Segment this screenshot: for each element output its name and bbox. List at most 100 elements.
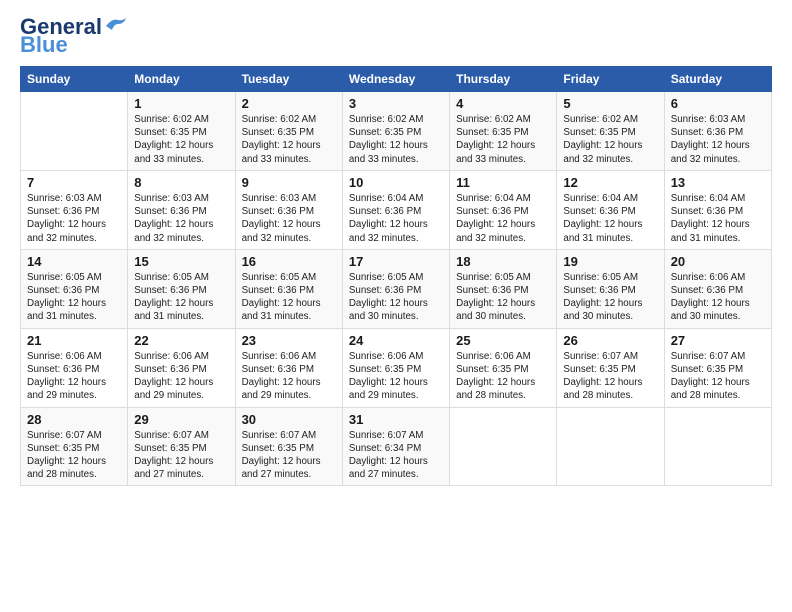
day-number: 8	[134, 175, 228, 190]
day-number: 31	[349, 412, 443, 427]
calendar-cell: 2 Sunrise: 6:02 AM Sunset: 6:35 PM Daylig…	[235, 92, 342, 171]
cell-text: Sunrise: 6:02 AM Sunset: 6:35 PM Dayligh…	[242, 113, 336, 166]
day-number: 18	[456, 254, 550, 269]
cell-text: Sunrise: 6:03 AM Sunset: 6:36 PM Dayligh…	[134, 192, 228, 245]
day-number: 13	[671, 175, 765, 190]
calendar-cell	[450, 407, 557, 486]
cell-text: Sunrise: 6:07 AM Sunset: 6:35 PM Dayligh…	[242, 429, 336, 482]
calendar-cell: 22 Sunrise: 6:06 AM Sunset: 6:36 PM Dayli…	[128, 328, 235, 407]
calendar-cell: 26 Sunrise: 6:07 AM Sunset: 6:35 PM Dayli…	[557, 328, 664, 407]
cell-text: Sunrise: 6:03 AM Sunset: 6:36 PM Dayligh…	[671, 113, 765, 166]
cell-text: Sunrise: 6:04 AM Sunset: 6:36 PM Dayligh…	[671, 192, 765, 245]
day-number: 15	[134, 254, 228, 269]
day-number: 16	[242, 254, 336, 269]
cell-text: Sunrise: 6:04 AM Sunset: 6:36 PM Dayligh…	[456, 192, 550, 245]
day-number: 5	[563, 96, 657, 111]
calendar-cell: 10 Sunrise: 6:04 AM Sunset: 6:36 PM Dayli…	[342, 170, 449, 249]
calendar-week-row: 1 Sunrise: 6:02 AM Sunset: 6:35 PM Daylig…	[21, 92, 772, 171]
day-number: 7	[27, 175, 121, 190]
cell-text: Sunrise: 6:03 AM Sunset: 6:36 PM Dayligh…	[242, 192, 336, 245]
cell-text: Sunrise: 6:04 AM Sunset: 6:36 PM Dayligh…	[563, 192, 657, 245]
calendar-cell: 5 Sunrise: 6:02 AM Sunset: 6:35 PM Daylig…	[557, 92, 664, 171]
calendar-cell: 30 Sunrise: 6:07 AM Sunset: 6:35 PM Dayli…	[235, 407, 342, 486]
cell-text: Sunrise: 6:06 AM Sunset: 6:36 PM Dayligh…	[242, 350, 336, 403]
calendar-cell: 14 Sunrise: 6:05 AM Sunset: 6:36 PM Dayli…	[21, 249, 128, 328]
calendar-cell: 17Sunrise: 6:05 AM Sunset: 6:36 PM Dayli…	[342, 249, 449, 328]
calendar-cell: 27 Sunrise: 6:07 AM Sunset: 6:35 PM Dayli…	[664, 328, 771, 407]
day-header-monday: Monday	[128, 67, 235, 92]
calendar-table: SundayMondayTuesdayWednesdayThursdayFrid…	[20, 66, 772, 486]
calendar-cell: 19Sunrise: 6:05 AM Sunset: 6:36 PM Dayli…	[557, 249, 664, 328]
day-number: 23	[242, 333, 336, 348]
day-number: 22	[134, 333, 228, 348]
day-number: 25	[456, 333, 550, 348]
cell-text: Sunrise: 6:07 AM Sunset: 6:35 PM Dayligh…	[134, 429, 228, 482]
day-number: 9	[242, 175, 336, 190]
day-number: 1	[134, 96, 228, 111]
calendar-week-row: 21Sunrise: 6:06 AM Sunset: 6:36 PM Dayli…	[21, 328, 772, 407]
day-number: 3	[349, 96, 443, 111]
calendar-cell: 6 Sunrise: 6:03 AM Sunset: 6:36 PM Daylig…	[664, 92, 771, 171]
day-number: 2	[242, 96, 336, 111]
calendar-cell: 23 Sunrise: 6:06 AM Sunset: 6:36 PM Dayli…	[235, 328, 342, 407]
day-number: 27	[671, 333, 765, 348]
day-number: 30	[242, 412, 336, 427]
cell-text: Sunrise: 6:06 AM Sunset: 6:36 PM Dayligh…	[134, 350, 228, 403]
cell-text: Sunrise: 6:02 AM Sunset: 6:35 PM Dayligh…	[134, 113, 228, 166]
cell-text: Sunrise: 6:04 AM Sunset: 6:36 PM Dayligh…	[349, 192, 443, 245]
calendar-cell: 16 Sunrise: 6:05 AM Sunset: 6:36 PM Dayli…	[235, 249, 342, 328]
cell-text: Sunrise: 6:05 AM Sunset: 6:36 PM Dayligh…	[27, 271, 121, 324]
cell-text: Sunrise: 6:06 AM Sunset: 6:36 PM Dayligh…	[27, 350, 121, 403]
calendar-cell: 11 Sunrise: 6:04 AM Sunset: 6:36 PM Dayli…	[450, 170, 557, 249]
calendar-cell: 18 Sunrise: 6:05 AM Sunset: 6:36 PM Dayli…	[450, 249, 557, 328]
calendar-cell: 13 Sunrise: 6:04 AM Sunset: 6:36 PM Dayli…	[664, 170, 771, 249]
page: General Blue SundayMondayTuesdayWednesda…	[0, 0, 792, 496]
calendar-cell: 12Sunrise: 6:04 AM Sunset: 6:36 PM Dayli…	[557, 170, 664, 249]
day-number: 17	[349, 254, 443, 269]
day-header-thursday: Thursday	[450, 67, 557, 92]
cell-text: Sunrise: 6:07 AM Sunset: 6:35 PM Dayligh…	[671, 350, 765, 403]
calendar-cell: 20 Sunrise: 6:06 AM Sunset: 6:36 PM Dayli…	[664, 249, 771, 328]
day-number: 11	[456, 175, 550, 190]
calendar-cell: 28Sunrise: 6:07 AM Sunset: 6:35 PM Dayli…	[21, 407, 128, 486]
logo: General Blue	[20, 16, 126, 56]
logo-bird-icon	[104, 16, 126, 34]
calendar-week-row: 28Sunrise: 6:07 AM Sunset: 6:35 PM Dayli…	[21, 407, 772, 486]
cell-text: Sunrise: 6:05 AM Sunset: 6:36 PM Dayligh…	[563, 271, 657, 324]
day-number: 14	[27, 254, 121, 269]
cell-text: Sunrise: 6:05 AM Sunset: 6:36 PM Dayligh…	[456, 271, 550, 324]
calendar-cell: 21Sunrise: 6:06 AM Sunset: 6:36 PM Dayli…	[21, 328, 128, 407]
calendar-cell: 4Sunrise: 6:02 AM Sunset: 6:35 PM Daylig…	[450, 92, 557, 171]
cell-text: Sunrise: 6:02 AM Sunset: 6:35 PM Dayligh…	[563, 113, 657, 166]
calendar-cell: 1 Sunrise: 6:02 AM Sunset: 6:35 PM Daylig…	[128, 92, 235, 171]
day-header-wednesday: Wednesday	[342, 67, 449, 92]
cell-text: Sunrise: 6:05 AM Sunset: 6:36 PM Dayligh…	[242, 271, 336, 324]
calendar-header-row: SundayMondayTuesdayWednesdayThursdayFrid…	[21, 67, 772, 92]
calendar-cell: 24Sunrise: 6:06 AM Sunset: 6:35 PM Dayli…	[342, 328, 449, 407]
calendar-cell: 29 Sunrise: 6:07 AM Sunset: 6:35 PM Dayli…	[128, 407, 235, 486]
cell-text: Sunrise: 6:06 AM Sunset: 6:35 PM Dayligh…	[349, 350, 443, 403]
day-header-saturday: Saturday	[664, 67, 771, 92]
calendar-cell	[21, 92, 128, 171]
cell-text: Sunrise: 6:07 AM Sunset: 6:35 PM Dayligh…	[563, 350, 657, 403]
cell-text: Sunrise: 6:06 AM Sunset: 6:36 PM Dayligh…	[671, 271, 765, 324]
cell-text: Sunrise: 6:02 AM Sunset: 6:35 PM Dayligh…	[349, 113, 443, 166]
calendar-cell: 25 Sunrise: 6:06 AM Sunset: 6:35 PM Dayli…	[450, 328, 557, 407]
calendar-cell: 31Sunrise: 6:07 AM Sunset: 6:34 PM Dayli…	[342, 407, 449, 486]
cell-text: Sunrise: 6:06 AM Sunset: 6:35 PM Dayligh…	[456, 350, 550, 403]
calendar-cell: 15Sunrise: 6:05 AM Sunset: 6:36 PM Dayli…	[128, 249, 235, 328]
calendar-cell: 8 Sunrise: 6:03 AM Sunset: 6:36 PM Daylig…	[128, 170, 235, 249]
day-header-sunday: Sunday	[21, 67, 128, 92]
day-number: 6	[671, 96, 765, 111]
day-number: 29	[134, 412, 228, 427]
day-number: 26	[563, 333, 657, 348]
day-number: 20	[671, 254, 765, 269]
day-number: 10	[349, 175, 443, 190]
header: General Blue	[20, 16, 772, 56]
day-header-tuesday: Tuesday	[235, 67, 342, 92]
logo-text2: Blue	[20, 34, 68, 56]
calendar-cell: 7Sunrise: 6:03 AM Sunset: 6:36 PM Daylig…	[21, 170, 128, 249]
day-number: 4	[456, 96, 550, 111]
cell-text: Sunrise: 6:07 AM Sunset: 6:35 PM Dayligh…	[27, 429, 121, 482]
calendar-cell	[664, 407, 771, 486]
